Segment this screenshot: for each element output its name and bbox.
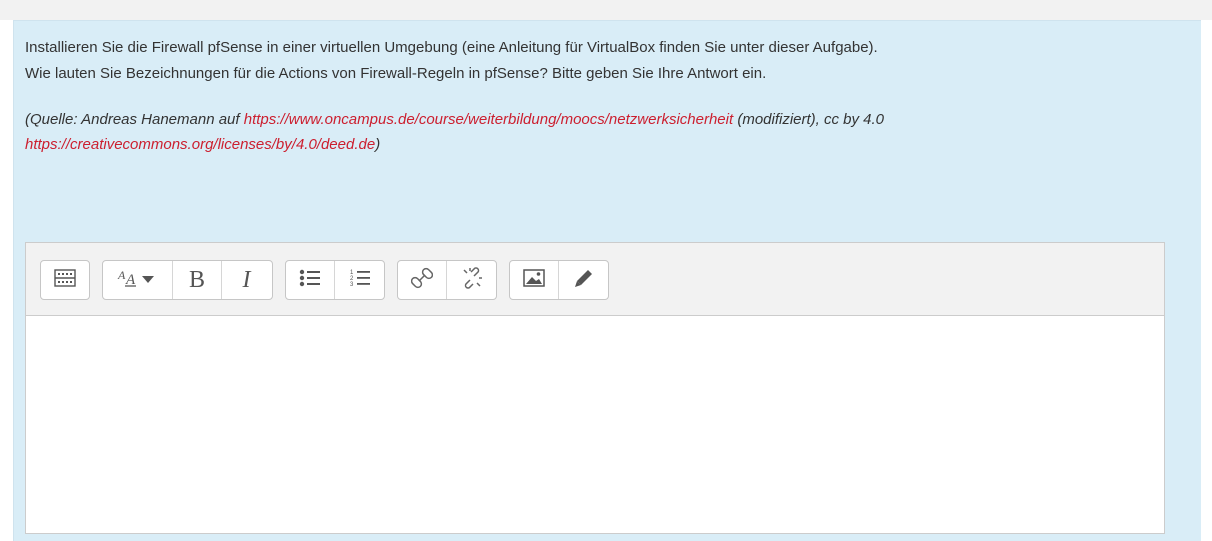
toolbar-group-links (397, 260, 497, 300)
source-link-oncampus[interactable]: https://www.oncampus.de/course/weiterbil… (244, 111, 733, 128)
answer-editor: A A B I 1 2 3 (25, 242, 1165, 534)
unordered-list-icon (299, 268, 321, 293)
image-button[interactable] (510, 261, 559, 299)
bold-icon: B (188, 266, 205, 293)
italic-button[interactable]: I (222, 261, 271, 299)
link-button[interactable] (398, 261, 447, 299)
source-citation: (Quelle: Andreas Hanemann auf https://ww… (25, 107, 1175, 157)
top-band (0, 0, 1212, 20)
unordered-list-button[interactable] (286, 261, 335, 299)
editor-toolbar: A A B I 1 2 3 (26, 243, 1164, 316)
toolbar-group-media (509, 260, 609, 300)
italic-icon: I (242, 266, 251, 293)
toggle-toolbar-button[interactable] (41, 261, 89, 299)
unlink-icon (461, 266, 483, 294)
toggle-toolbar-icon (54, 268, 76, 292)
text-style-icon: A A (116, 268, 160, 293)
toolbar-group-format: A A B I (102, 260, 273, 300)
draw-button[interactable] (559, 261, 608, 299)
toolbar-group-toggle (40, 260, 90, 300)
bold-button[interactable]: B (173, 261, 222, 299)
pencil-icon (574, 268, 594, 293)
answer-text-area[interactable] (26, 316, 1164, 532)
ordered-list-button[interactable]: 1 2 3 (335, 261, 384, 299)
source-middle: (modifiziert), cc by 4.0 (733, 111, 885, 128)
svg-text:A: A (117, 268, 126, 282)
source-link-license[interactable]: https://creativecommons.org/licenses/by/… (25, 136, 375, 153)
source-prefix: (Quelle: Andreas Hanemann auf (25, 111, 244, 128)
question-text: Installieren Sie die Firewall pfSense in… (25, 35, 1175, 157)
toolbar-group-lists: 1 2 3 (285, 260, 385, 300)
text-style-button[interactable]: A A (103, 261, 173, 299)
image-icon (523, 268, 545, 292)
svg-text:3: 3 (350, 282, 354, 288)
unlink-button[interactable] (447, 261, 496, 299)
link-icon (410, 267, 434, 294)
ordered-list-icon: 1 2 3 (349, 268, 371, 293)
question-line-2: Wie lauten Sie Bezeichnungen für die Act… (25, 65, 767, 82)
question-line-1: Installieren Sie die Firewall pfSense in… (25, 39, 878, 56)
source-suffix: ) (375, 136, 381, 153)
